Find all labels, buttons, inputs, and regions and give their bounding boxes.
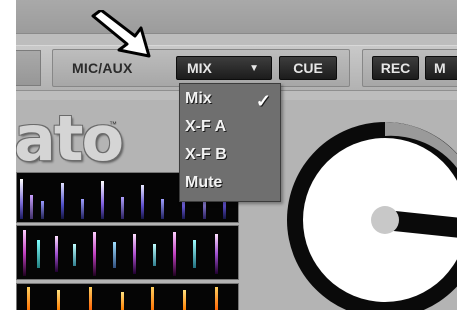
waveform-mark [37,240,40,268]
waveform-mark [133,234,136,274]
waveform-overview-bottom[interactable] [16,283,239,310]
serato-deck-area: MIC/AUX MIX ▼ CUE REC M ato ™ Mix ✓ X-F … [16,0,457,310]
menu-item-label: X-F A [185,118,227,135]
waveform-mark [215,234,218,274]
cue-label: CUE [293,60,323,76]
waveform-mark [101,181,104,219]
mic-aux-label: MIC/AUX [72,60,133,76]
waveform-mark [161,199,164,219]
menu-item-xf-b[interactable]: X-F B [185,144,275,166]
waveform-mark [173,232,176,276]
waveform-overview-middle[interactable] [16,225,239,280]
m-button[interactable]: M [425,56,457,80]
virtual-deck-platter[interactable] [271,108,457,310]
waveform-mark [61,183,64,219]
checkmark-icon: ✓ [255,91,271,111]
waveform-mark [153,244,156,266]
menu-item-label: Mute [185,174,223,191]
waveform-mark [27,287,30,310]
waveform-mark [81,199,84,219]
cue-button[interactable]: CUE [279,56,337,80]
waveform-mark [93,232,96,276]
mix-mode-select[interactable]: MIX ▼ [176,56,272,80]
logo-text: ato [16,102,124,175]
waveform-mark [57,290,60,310]
triangle-down-icon: ▼ [249,62,259,74]
waveform-mark [23,230,26,276]
waveform-mark [41,201,44,219]
waveform-mark [30,195,33,219]
rec-button[interactable]: REC [372,56,419,80]
menu-item-label: X-F B [185,146,227,163]
waveform-mark [141,185,144,219]
menu-item-mute[interactable]: Mute [185,172,275,194]
menu-item-mix[interactable]: Mix ✓ [185,88,275,111]
waveform-mark [193,240,196,268]
logo-trademark: ™ [109,120,117,129]
waveform-mark [89,287,92,310]
waveform-mark [215,287,218,310]
mix-select-label: MIX [187,60,212,76]
platter-center-spindle [371,206,399,234]
rec-label: REC [380,60,411,76]
left-panel-button[interactable] [16,50,41,86]
waveform-mark [183,290,186,310]
waveform-mark [73,244,76,266]
arrow-pointer-icon [91,10,151,58]
menu-item-xf-a[interactable]: X-F A [185,116,275,138]
waveform-mark [151,287,154,310]
menu-item-label: Mix [185,90,212,107]
m-label: M [434,60,446,76]
waveform-mark [113,242,116,268]
waveform-mark [55,236,58,272]
waveform-mark [20,179,23,219]
waveform-mark [121,292,124,310]
waveform-mark [121,197,124,219]
serato-logo: ato [16,108,124,170]
mix-mode-dropdown-menu: Mix ✓ X-F A X-F B Mute [179,83,281,202]
top-bar [16,0,457,34]
